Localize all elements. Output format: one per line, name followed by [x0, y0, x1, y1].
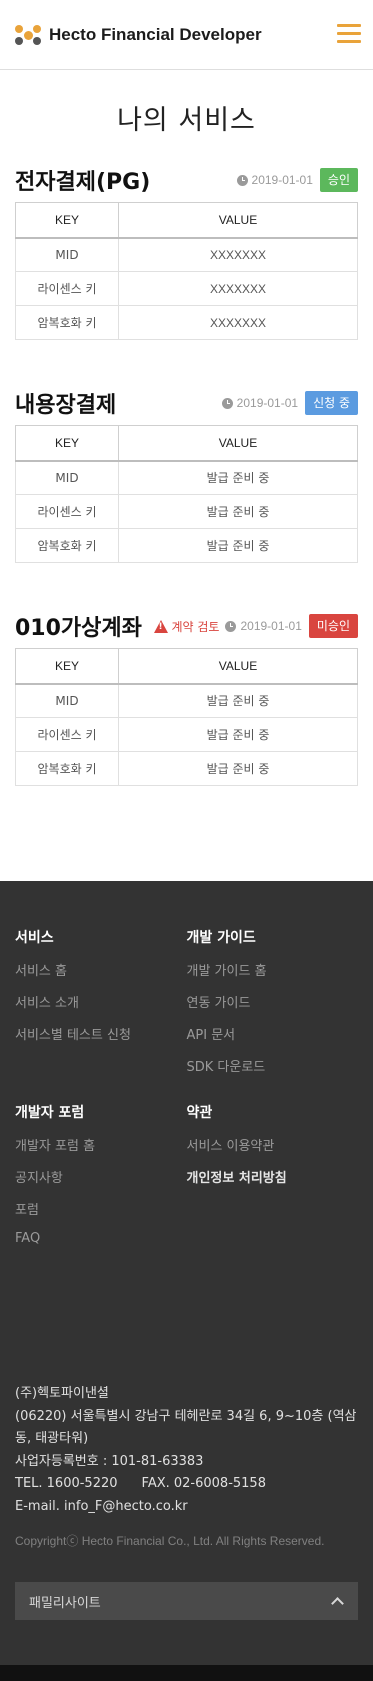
- logo[interactable]: Hecto Financial Developer: [15, 24, 262, 45]
- row-value: XXXXXXX: [118, 237, 358, 272]
- company-info: (주)헥토파이낸셜 (06220) 서울특별시 강남구 테헤란로 34길 6, …: [15, 1383, 358, 1518]
- table-row: 라이센스 키 발급 준비 중: [15, 717, 358, 752]
- service-date: 2019-01-01: [236, 173, 313, 187]
- footer-group-forum: 개발자 포럼 개발자 포럼 홈 공지사항 포럼 FAQ: [15, 1102, 187, 1259]
- row-key: MID: [15, 460, 119, 495]
- table-row: 암복호화 키 XXXXXXX: [15, 305, 358, 340]
- family-site-select[interactable]: 패밀리사이트: [15, 1582, 358, 1620]
- footer-link[interactable]: 개인정보 처리방침: [187, 1167, 359, 1186]
- footer-link[interactable]: 공지사항: [15, 1167, 187, 1186]
- service-title: 전자결제(PG): [15, 170, 151, 195]
- table-row: 라이센스 키 XXXXXXX: [15, 271, 358, 306]
- logo-icon: [15, 24, 41, 45]
- site-header: Hecto Financial Developer: [0, 0, 373, 70]
- footer-link[interactable]: 포럼: [15, 1199, 187, 1218]
- company-email: E-mail. info_F@hecto.co.kr: [15, 1498, 188, 1514]
- row-value: 발급 준비 중: [118, 494, 358, 529]
- status-badge: 승인: [319, 168, 358, 192]
- footer-heading: 서비스: [15, 930, 54, 946]
- service-date: 2019-01-01: [225, 619, 302, 633]
- key-value-table: KEY VALUE MID 발급 준비 중 라이센스 키 발급 준비 중 암복호화 키…: [15, 648, 358, 786]
- column-header-value: VALUE: [118, 648, 358, 685]
- logo-text: Hecto Financial Developer: [49, 24, 262, 44]
- warning-label: 계약 검토: [153, 618, 219, 635]
- service-card: 전자결제(PG) 2019-01-01 승인 KEY VALUE MID XXXXX…: [0, 165, 373, 340]
- footer-heading: 약관: [186, 1105, 213, 1121]
- copyright: Copyrightⓒ Hecto Financial Co., Ltd. All…: [15, 1534, 325, 1548]
- service-card: 010가상계좌 계약 검토 2019-01-01 미승인 KEYVALUE MI…: [0, 611, 373, 786]
- row-key: MID: [15, 683, 119, 718]
- key-value-table: KEY VALUE MID 발급 준비 중 라이센스 키 발급 준비 중 암복호화 키…: [15, 425, 358, 563]
- footer-link[interactable]: 서비스 홈: [15, 960, 187, 979]
- footer-link[interactable]: 서비스별 테스트 신청: [15, 1024, 187, 1043]
- row-key: 암복호화 키: [15, 528, 119, 563]
- column-header-key: KEY: [15, 648, 119, 685]
- table-row: MID XXXXXXX: [15, 237, 358, 272]
- footer-heading: 개발자 포럼: [15, 1105, 85, 1121]
- key-value-table: KEY VALUE MID XXXXXXX 라이센스 키 XXXXXXX 암복호화 키…: [15, 202, 358, 340]
- status-badge: 미승인: [308, 614, 358, 638]
- footer-link[interactable]: SDK 다운로드: [187, 1056, 359, 1075]
- service-title: 010가상계좌: [15, 616, 142, 641]
- footer-link[interactable]: API 문서: [187, 1024, 359, 1043]
- page-title: 나의 서비스: [117, 105, 256, 136]
- row-value: XXXXXXX: [118, 305, 358, 340]
- footer-group-service: 서비스 서비스 홈 서비스 소개 서비스별 테스트 신청: [15, 927, 187, 1088]
- hamburger-icon[interactable]: [337, 24, 361, 44]
- warning-icon: [153, 619, 168, 633]
- footer-group-terms: 약관 서비스 이용약관 개인정보 처리방침: [187, 1102, 359, 1259]
- row-key: 라이센스 키: [15, 271, 119, 306]
- company-fax: FAX. 02-6008-5158: [141, 1476, 266, 1491]
- clock-icon: [221, 397, 233, 409]
- column-header-key: KEY: [15, 202, 119, 239]
- row-value: 발급 준비 중: [118, 751, 358, 786]
- footer-link[interactable]: FAQ: [15, 1231, 187, 1246]
- footer-group-guide: 개발 가이드 개발 가이드 홈 연동 가이드 API 문서 SDK 다운로드: [187, 927, 359, 1088]
- company-biz-no: 사업자등록번호 : 101-81-63383: [15, 1453, 204, 1469]
- company-name: (주)헥토파이낸셜: [15, 1386, 109, 1401]
- bottom-bar: [0, 1665, 373, 1681]
- row-value: 발급 준비 중: [118, 717, 358, 752]
- table-row: MID 발급 준비 중: [15, 683, 358, 718]
- clock-icon: [225, 620, 237, 632]
- footer-link[interactable]: 연동 가이드: [187, 992, 359, 1011]
- site-footer: 서비스 서비스 홈 서비스 소개 서비스별 테스트 신청 개발 가이드 개발 가…: [0, 881, 373, 1681]
- service-title: 내용장결제: [15, 393, 117, 418]
- table-row: MID 발급 준비 중: [15, 460, 358, 495]
- row-key: 암복호화 키: [15, 305, 119, 340]
- column-header-key: KEY: [15, 425, 119, 462]
- footer-link[interactable]: 개발 가이드 홈: [187, 960, 359, 979]
- column-header-value: VALUE: [118, 425, 358, 462]
- status-badge: 신청 중: [305, 391, 358, 415]
- table-row: 암복호화 키 발급 준비 중: [15, 528, 358, 563]
- table-row: 암복호화 키 발급 준비 중: [15, 751, 358, 786]
- footer-link[interactable]: 서비스 이용약관: [187, 1135, 359, 1154]
- company-contact: TEL. 1600-5220 FAX. 02-6008-5158: [15, 1473, 358, 1496]
- chevron-up-icon: [331, 1597, 344, 1610]
- column-header-value: VALUE: [118, 202, 358, 239]
- company-address: (06220) 서울특별시 강남구 테헤란로 34길 6, 9~10층 (역삼동…: [15, 1408, 357, 1447]
- row-key: 라이센스 키: [15, 717, 119, 752]
- row-key: 라이센스 키: [15, 494, 119, 529]
- row-value: 발급 준비 중: [118, 528, 358, 563]
- footer-heading: 개발 가이드: [186, 930, 256, 946]
- table-row: 라이센스 키 발급 준비 중: [15, 494, 358, 529]
- row-key: 암복호화 키: [15, 751, 119, 786]
- row-value: 발급 준비 중: [118, 460, 358, 495]
- service-card: 내용장결제 2019-01-01 신청 중 KEY VALUE MID 발급 준비 …: [0, 388, 373, 563]
- footer-link[interactable]: 개발자 포럼 홈: [15, 1135, 187, 1154]
- row-value: XXXXXXX: [118, 271, 358, 306]
- family-site-label: 패밀리사이트: [29, 1595, 101, 1611]
- clock-icon: [236, 174, 248, 186]
- company-tel: TEL. 1600-5220: [15, 1476, 118, 1491]
- footer-link[interactable]: 서비스 소개: [15, 992, 187, 1011]
- service-date: 2019-01-01: [221, 396, 298, 410]
- row-value: 발급 준비 중: [118, 683, 358, 718]
- row-key: MID: [15, 237, 119, 272]
